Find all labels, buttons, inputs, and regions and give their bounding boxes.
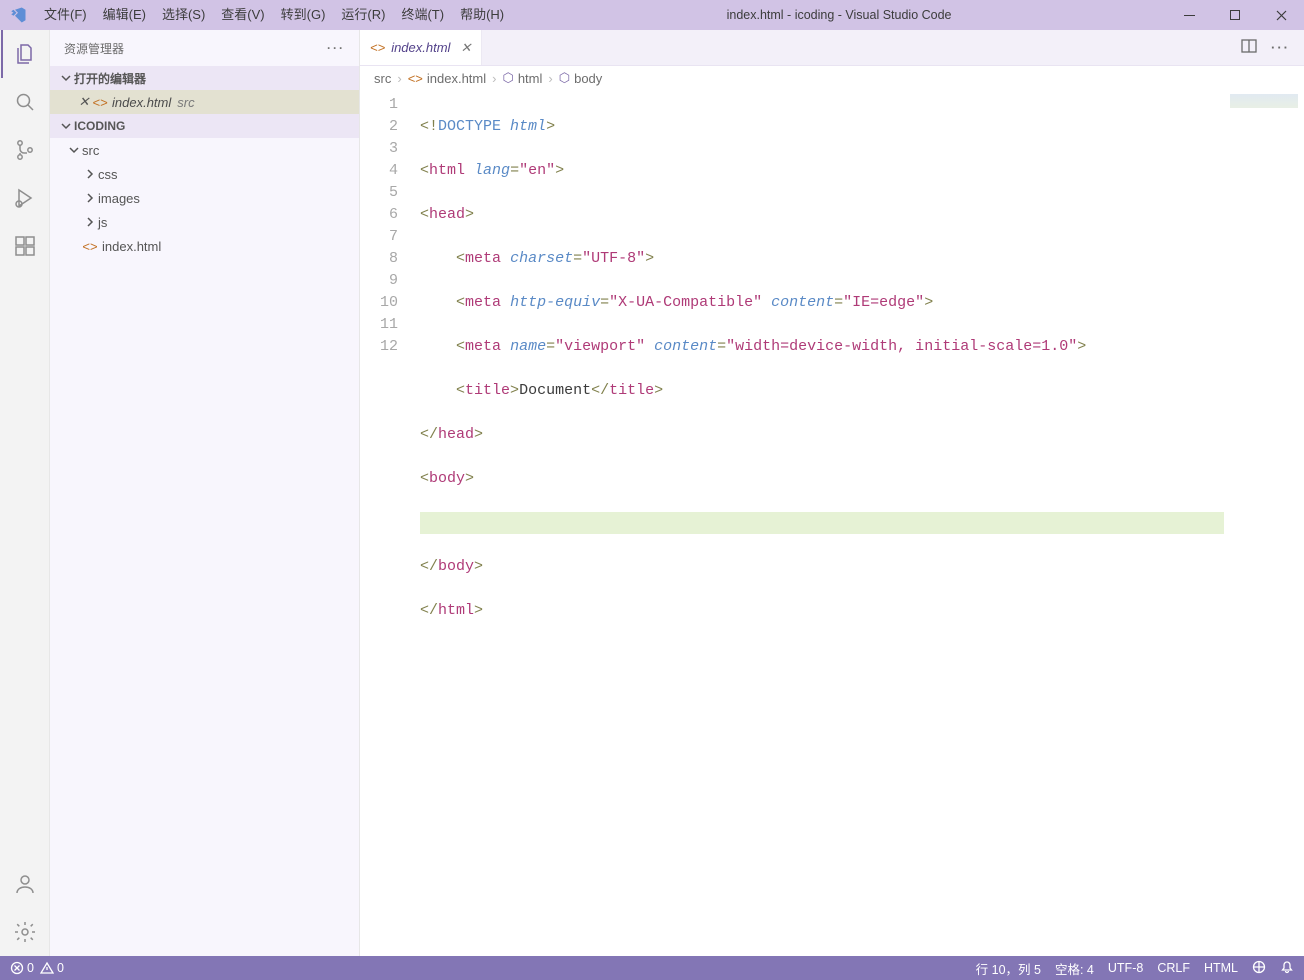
breadcrumbs[interactable]: src › <>index.html › ⬡html › ⬡body (360, 66, 1304, 90)
folder-label: js (98, 215, 107, 230)
chevron-down-icon (58, 120, 74, 132)
activity-explorer-icon[interactable] (1, 30, 49, 78)
status-warnings[interactable]: 0 (40, 961, 64, 975)
tab-index-html[interactable]: <> index.html ✕ (360, 30, 482, 65)
status-feedback-icon[interactable] (1252, 960, 1266, 977)
activity-account-icon[interactable] (1, 860, 49, 908)
editor-area: <> index.html ✕ ··· src › <>index.html ›… (360, 30, 1304, 956)
editor-more-icon[interactable]: ··· (1271, 40, 1290, 55)
window-minimize-button[interactable] (1166, 0, 1212, 30)
chevron-down-icon (66, 144, 82, 156)
status-bar: 0 0 行 10，列 5 空格: 4 UTF-8 CRLF HTML (0, 956, 1304, 980)
menu-run[interactable]: 运行(R) (333, 0, 393, 30)
symbol-icon: ⬡ (559, 70, 570, 86)
symbol-icon: ⬡ (502, 70, 513, 86)
status-encoding[interactable]: UTF-8 (1108, 961, 1143, 975)
window-close-button[interactable] (1258, 0, 1304, 30)
activity-extensions-icon[interactable] (1, 222, 49, 270)
sidebar-title: 资源管理器 (64, 40, 124, 57)
chevron-right-icon (82, 168, 98, 180)
tab-label: index.html (391, 40, 450, 55)
menu-selection[interactable]: 选择(S) (154, 0, 213, 30)
title-bar: 文件(F) 编辑(E) 选择(S) 查看(V) 转到(G) 运行(R) 终端(T… (0, 0, 1304, 30)
crumb-body[interactable]: ⬡body (559, 70, 603, 86)
code-editor[interactable]: <!DOCTYPE html> <html lang="en"> <head> … (420, 90, 1224, 956)
workspace-label: ICODING (74, 119, 125, 133)
chevron-right-icon (82, 192, 98, 204)
menu-view[interactable]: 查看(V) (213, 0, 272, 30)
tree-folder-images[interactable]: images (50, 186, 359, 210)
vscode-logo-icon (0, 6, 36, 24)
menu-file[interactable]: 文件(F) (36, 0, 95, 30)
line-number-gutter: 123456789101112 (360, 90, 420, 956)
menu-terminal[interactable]: 终端(T) (393, 0, 452, 30)
file-label: index.html (102, 239, 161, 254)
folder-label: css (98, 167, 118, 182)
activity-run-debug-icon[interactable] (1, 174, 49, 222)
status-line-col[interactable]: 行 10，列 5 (976, 959, 1041, 978)
tree-folder-js[interactable]: js (50, 210, 359, 234)
activity-search-icon[interactable] (1, 78, 49, 126)
crumb-file[interactable]: <>index.html (408, 71, 486, 86)
minimap[interactable] (1224, 90, 1304, 956)
status-language[interactable]: HTML (1204, 961, 1238, 975)
open-editors-label: 打开的编辑器 (74, 70, 146, 87)
folder-label: images (98, 191, 140, 206)
html-file-icon: <> (82, 239, 98, 254)
split-editor-icon[interactable] (1241, 38, 1257, 57)
html-file-icon: <> (92, 95, 108, 110)
menu-edit[interactable]: 编辑(E) (95, 0, 154, 30)
crumb-folder[interactable]: src (374, 71, 391, 86)
html-file-icon: <> (408, 71, 423, 86)
activity-settings-icon[interactable] (1, 908, 49, 956)
tree-file-index[interactable]: <> index.html (50, 234, 359, 258)
html-file-icon: <> (370, 40, 385, 55)
window-maximize-button[interactable] (1212, 0, 1258, 30)
menu-goto[interactable]: 转到(G) (273, 0, 334, 30)
status-errors[interactable]: 0 (10, 961, 34, 975)
close-tab-icon[interactable]: ✕ (460, 40, 471, 56)
open-file-path: src (177, 95, 194, 110)
status-bell-icon[interactable] (1280, 960, 1294, 977)
open-file-name: index.html (112, 95, 171, 110)
menu-bar: 文件(F) 编辑(E) 选择(S) 查看(V) 转到(G) 运行(R) 终端(T… (36, 0, 512, 30)
chevron-down-icon (58, 72, 74, 84)
crumb-html[interactable]: ⬡html (502, 70, 542, 86)
explorer-sidebar: 资源管理器 ··· 打开的编辑器 ✕ <> index.html src ICO… (50, 30, 360, 956)
status-eol[interactable]: CRLF (1157, 961, 1190, 975)
close-editor-icon[interactable]: ✕ (76, 94, 92, 110)
open-editors-section[interactable]: 打开的编辑器 (50, 66, 359, 90)
sidebar-more-icon[interactable]: ··· (327, 41, 345, 55)
tabs-bar: <> index.html ✕ ··· (360, 30, 1304, 66)
activity-source-control-icon[interactable] (1, 126, 49, 174)
activity-bar (0, 30, 50, 956)
tree-folder-css[interactable]: css (50, 162, 359, 186)
folder-label: src (82, 143, 99, 158)
status-indent[interactable]: 空格: 4 (1055, 959, 1094, 978)
chevron-right-icon (82, 216, 98, 228)
open-editor-file[interactable]: ✕ <> index.html src (50, 90, 359, 114)
workspace-section[interactable]: ICODING (50, 114, 359, 138)
tree-folder-src[interactable]: src (50, 138, 359, 162)
window-title: index.html - icoding - Visual Studio Cod… (512, 8, 1166, 22)
menu-help[interactable]: 帮助(H) (452, 0, 512, 30)
